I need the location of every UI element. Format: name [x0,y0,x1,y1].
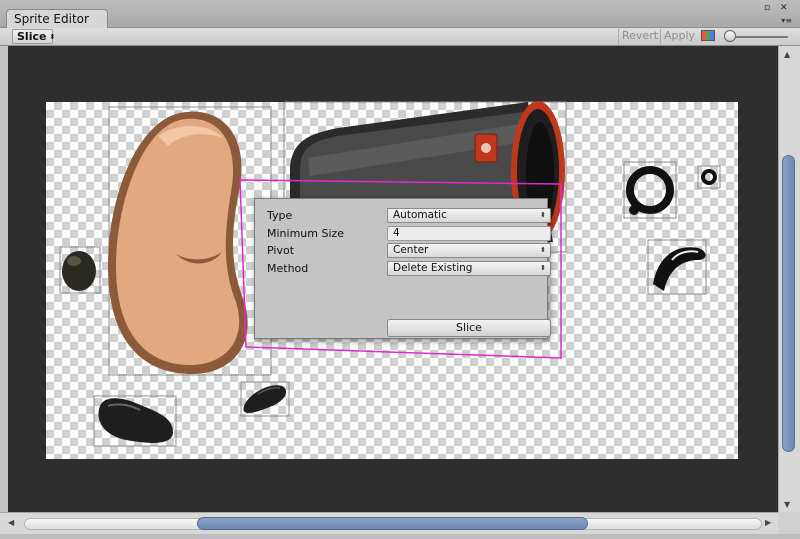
pivot-dropdown[interactable]: Center ⬍ [387,243,551,258]
horizontal-scroll-thumb[interactable] [197,517,588,530]
up-down-arrow-icon: ⬍ [540,264,546,272]
up-down-arrow-icon: ⬍ [49,33,56,41]
up-down-arrow-icon: ⬍ [540,246,546,254]
method-value: Delete Existing [393,262,473,274]
vertical-scrollbar[interactable]: ▲ ▼ [778,46,800,512]
toolbar: Slice ⬍ Revert Apply [0,28,800,46]
close-icon[interactable]: ✕ [780,4,788,13]
scroll-right-icon[interactable]: ▶ [765,518,771,527]
scroll-down-icon[interactable]: ▼ [784,500,790,509]
bean-sprite [108,111,248,375]
vertical-scroll-thumb[interactable] [782,155,795,452]
seed-sprite [62,251,96,291]
scroll-up-icon[interactable]: ▲ [784,50,790,59]
slice-dropdown-label: Slice [17,30,47,43]
type-dropdown[interactable]: Automatic ⬍ [387,208,551,223]
sprite-canvas[interactable]: Type Automatic ⬍ Minimum Size 4 Pivot Cen… [8,46,778,512]
pill-sprite [98,398,173,443]
zoom-slider-icon[interactable] [724,30,736,42]
window-bottom-edge [0,534,800,539]
revert-button[interactable]: Revert [618,29,661,44]
method-label: Method [267,262,309,275]
slice-settings-panel: Type Automatic ⬍ Minimum Size 4 Pivot Cen… [254,198,551,339]
scrollbar-corner [778,512,800,534]
ring-sprite [626,166,674,215]
minimum-size-input[interactable]: 4 [387,226,551,241]
zoom-slider-track[interactable] [730,36,788,38]
scroll-left-icon[interactable]: ◀ [8,518,14,527]
hook-sprite [653,247,706,291]
type-label: Type [267,209,293,222]
pivot-value: Center [393,244,429,256]
maximize-icon[interactable]: ▫ [764,4,770,13]
slice-button[interactable]: Slice [387,319,551,337]
tab-sprite-editor[interactable]: Sprite Editor [6,9,108,28]
method-dropdown[interactable]: Delete Existing ⬍ [387,261,551,276]
window-menu-icon[interactable]: ▾≡ [781,16,792,25]
pivot-label: Pivot [267,244,295,257]
small-ring-sprite [701,169,717,185]
horizontal-scrollbar[interactable]: ◀ ▶ [0,512,800,534]
up-down-arrow-icon: ⬍ [540,211,546,219]
small-pill-sprite [243,385,287,413]
type-value: Automatic [393,209,447,221]
slice-dropdown[interactable]: Slice ⬍ [12,29,56,44]
apply-button[interactable]: Apply [660,29,698,44]
minimum-size-label: Minimum Size [267,227,345,240]
window-titlebar: Sprite Editor ▫ ✕ ▾≡ [0,0,800,28]
rgb-channels-icon[interactable] [701,30,715,41]
